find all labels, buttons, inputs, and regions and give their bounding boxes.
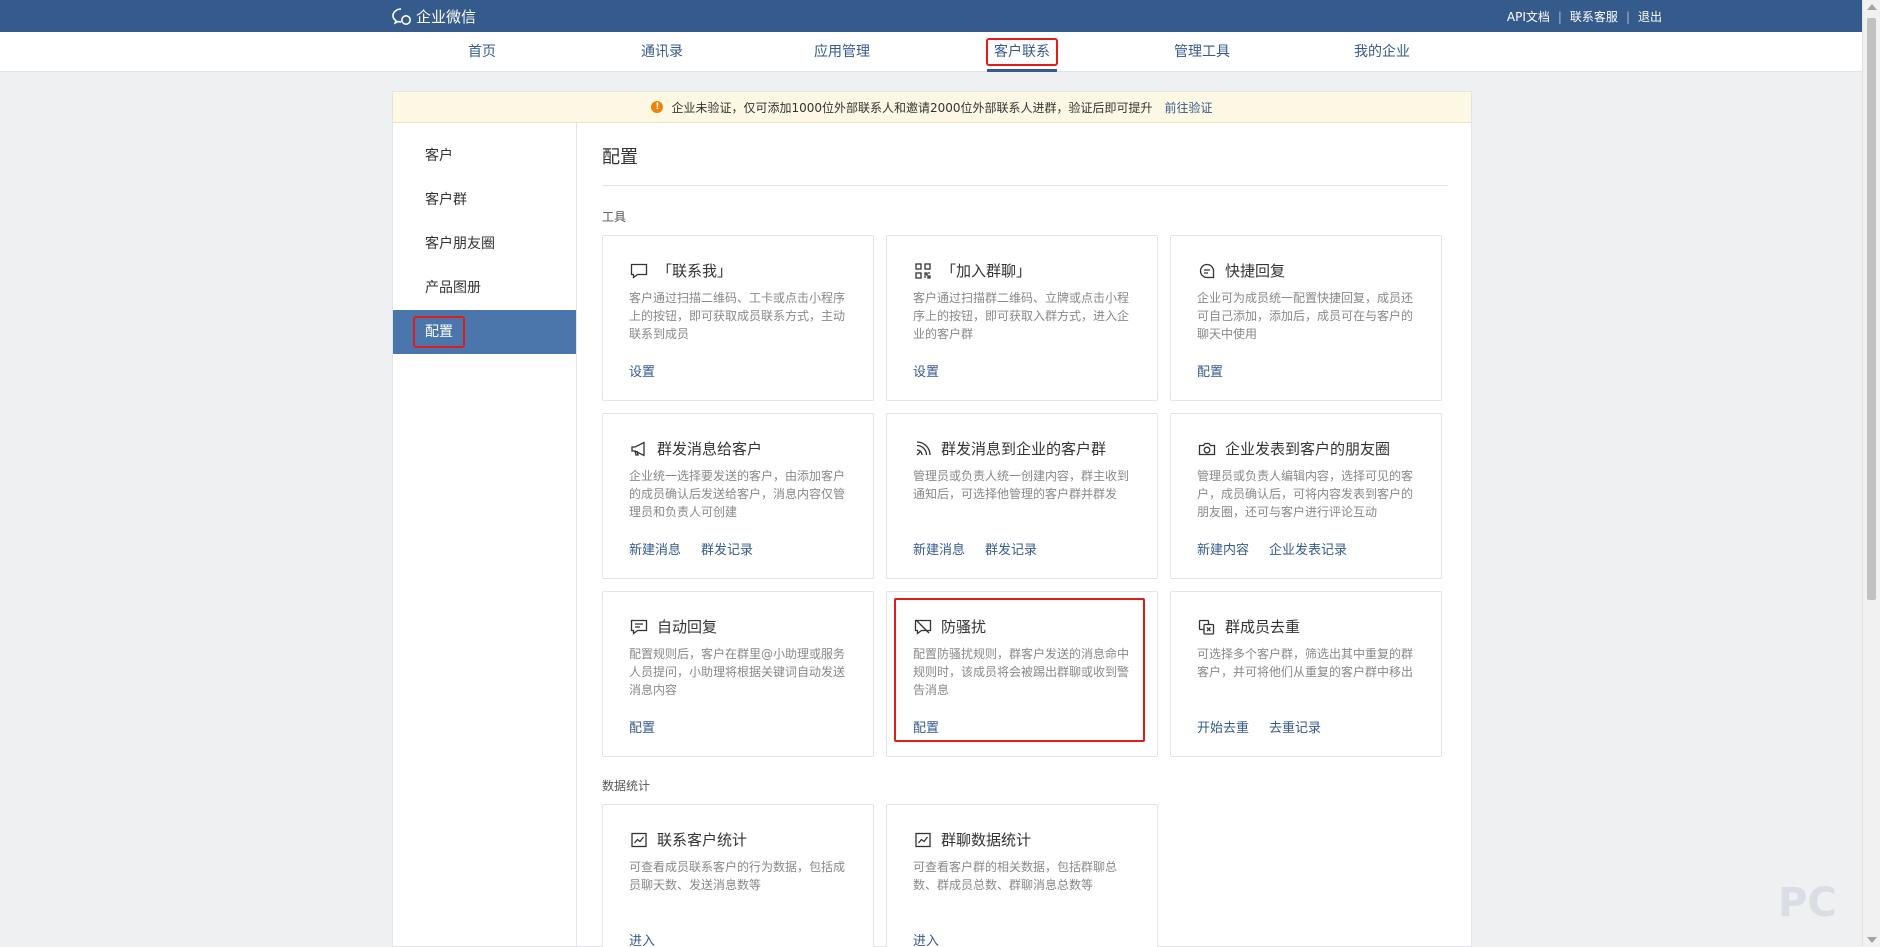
card-title: 快捷回复 (1225, 262, 1286, 280)
card-title: 企业发表到客户的朋友圈 (1225, 440, 1391, 458)
broadcast-icon (913, 440, 933, 458)
enter-link[interactable]: 进入 (629, 930, 655, 947)
start-dedupe-link[interactable]: 开始去重 (1197, 717, 1249, 736)
watermark-logo: PC (1778, 880, 1837, 926)
tab-management-tools[interactable]: 管理工具 (1132, 32, 1272, 72)
mass-record-link[interactable]: 群发记录 (701, 539, 753, 558)
publish-record-link[interactable]: 企业发表记录 (1269, 539, 1347, 558)
content-area: 配置 工具 「联系我」 客户通过扫描二维码、工卡或点击小程序上的按钮，即可获取成… (602, 123, 1448, 947)
enter-link[interactable]: 进入 (913, 930, 939, 947)
qrcode-icon (913, 262, 933, 280)
line-chart-icon (913, 831, 933, 849)
wecom-logo-icon (392, 7, 411, 25)
stat-card-customer-contact: 联系客户统计 可查看成员联系客户的行为数据，包括成员聊天数、发送消息数等 进入 (602, 804, 874, 947)
card-desc: 管理员或负责人编辑内容，选择可见的客户，成员确认后，可将内容发表到客户的朋友圈，… (1197, 469, 1414, 519)
configure-link[interactable]: 配置 (629, 717, 655, 736)
card-title: 「加入群聊」 (941, 262, 1032, 280)
new-content-link[interactable]: 新建内容 (1197, 539, 1249, 558)
section-title-stats: 数据统计 (602, 779, 651, 793)
top-bar: 企业微信 API文档 | 联系客服 | 退出 (0, 0, 1862, 32)
camera-icon (1197, 440, 1217, 458)
main-panel: ! 企业未验证，仅可添加1000位外部联系人和邀请2000位外部联系人进群，验证… (392, 91, 1472, 947)
card-desc: 可查看客户群的相关数据，包括群聊总数、群成员总数、群聊消息总数等 (913, 860, 1118, 892)
card-desc: 配置防骚扰规则，群客户发送的消息命中规则时，该成员将会被踢出群聊或收到警告消息 (913, 647, 1130, 697)
api-docs-link[interactable]: API文档 (1507, 8, 1550, 25)
card-desc: 企业统一选择要发送的客户，由添加客户的成员确认后发送给客户，消息内容仅管理员和负… (629, 469, 846, 519)
card-title: 自动回复 (657, 618, 718, 636)
main-nav: 首页 通讯录 应用管理 客户联系 管理工具 我的企业 (0, 32, 1862, 72)
verify-link[interactable]: 前往验证 (1165, 99, 1213, 116)
dedupe-record-link[interactable]: 去重记录 (1269, 717, 1321, 736)
configure-link[interactable]: 配置 (913, 717, 939, 736)
divider: | (1557, 9, 1562, 24)
tab-customer-contact[interactable]: 客户联系 (952, 32, 1092, 72)
page-title: 配置 (602, 143, 1448, 186)
settings-link[interactable]: 设置 (913, 361, 939, 380)
tool-card-dedupe-members: 群成员去重 可选择多个客户群，筛选出其中重复的群客户，并可将他们从重复的客户群中… (1170, 591, 1442, 757)
new-message-link[interactable]: 新建消息 (913, 539, 965, 558)
chat-bubble-icon (629, 262, 649, 280)
tool-card-mass-message-groups: 群发消息到企业的客户群 管理员或负责人统一创建内容，群主收到通知后，可选择他管理… (886, 413, 1158, 579)
notice-text: 企业未验证，仅可添加1000位外部联系人和邀请2000位外部联系人进群，验证后即… (671, 100, 1153, 115)
card-title: 联系客户统计 (657, 831, 748, 849)
card-title: 群发消息到企业的客户群 (941, 440, 1107, 458)
card-desc: 配置规则后，客户在群里@小助理或服务人员提问，小助理将根据关键词自动发送消息内容 (629, 647, 846, 697)
sidebar-item-customers[interactable]: 客户 (393, 134, 576, 178)
page-scrollbar[interactable] (1862, 0, 1880, 947)
scroll-up-icon[interactable] (1867, 4, 1877, 10)
tool-card-enterprise-moments: 企业发表到客户的朋友圈 管理员或负责人编辑内容，选择可见的客户，成员确认后，可将… (1170, 413, 1442, 579)
anti-harass-icon (913, 618, 933, 636)
svg-text:PC: PC (1778, 880, 1837, 926)
stats-grid: 联系客户统计 可查看成员联系客户的行为数据，包括成员聊天数、发送消息数等 进入 … (602, 804, 1448, 947)
tool-card-join-group: 「加入群聊」 客户通过扫描群二维码、立牌或点击小程序上的按钮，即可获取入群方式，… (886, 235, 1158, 401)
warning-icon: ! (651, 101, 664, 113)
tool-card-auto-reply: 自动回复 配置规则后，客户在群里@小助理或服务人员提问，小助理将根据关键词自动发… (602, 591, 874, 757)
sidebar-item-moments[interactable]: 客户朋友圈 (393, 222, 576, 266)
card-desc: 企业可为成员统一配置快捷回复，成员还可自己添加，添加后，成员可在与客户的聊天中使… (1197, 291, 1414, 341)
dedupe-icon (1197, 618, 1217, 636)
megaphone-icon (629, 440, 649, 458)
card-title: 「联系我」 (657, 262, 733, 280)
sidebar-item-customer-groups[interactable]: 客户群 (393, 178, 576, 222)
verification-notice: ! 企业未验证，仅可添加1000位外部联系人和邀请2000位外部联系人进群，验证… (393, 92, 1471, 123)
card-desc: 客户通过扫描二维码、工卡或点击小程序上的按钮，即可获取成员联系方式，主动联系到成… (629, 291, 846, 341)
top-links: API文档 | 联系客服 | 退出 (1507, 8, 1662, 25)
card-desc: 可选择多个客户群，筛选出其中重复的群客户，并可将他们从重复的客户群中移出 (1197, 647, 1414, 679)
tool-card-contact-me: 「联系我」 客户通过扫描二维码、工卡或点击小程序上的按钮，即可获取成员联系方式，… (602, 235, 874, 401)
scroll-down-icon[interactable] (1867, 937, 1877, 943)
tool-card-quick-reply: 快捷回复 企业可为成员统一配置快捷回复，成员还可自己添加，添加后，成员可在与客户… (1170, 235, 1442, 401)
section-title-tools: 工具 (602, 210, 627, 224)
logo[interactable]: 企业微信 (392, 6, 476, 27)
tab-my-enterprise[interactable]: 我的企业 (1312, 32, 1452, 72)
sidebar: 客户 客户群 客户朋友圈 产品图册 配置 (393, 123, 577, 947)
tab-contacts[interactable]: 通讯录 (592, 32, 732, 72)
new-message-link[interactable]: 新建消息 (629, 539, 681, 558)
sidebar-item-product-album[interactable]: 产品图册 (393, 266, 576, 310)
card-desc: 可查看成员联系客户的行为数据，包括成员聊天数、发送消息数等 (629, 860, 846, 892)
card-desc: 客户通过扫描群二维码、立牌或点击小程序上的按钮，即可获取入群方式，进入企业的客户… (913, 291, 1130, 341)
card-title: 群成员去重 (1225, 618, 1301, 636)
line-chart-icon (629, 831, 649, 849)
card-title: 防骚扰 (941, 618, 987, 636)
divider: | (1625, 9, 1630, 24)
tab-home[interactable]: 首页 (412, 32, 552, 72)
tools-grid: 「联系我」 客户通过扫描二维码、工卡或点击小程序上的按钮，即可获取成员联系方式，… (602, 235, 1448, 757)
tool-card-mass-message-customers: 群发消息给客户 企业统一选择要发送的客户，由添加客户的成员确认后发送给客户，消息… (602, 413, 874, 579)
card-title: 群发消息给客户 (657, 440, 763, 458)
mass-record-link[interactable]: 群发记录 (985, 539, 1037, 558)
card-desc: 管理员或负责人统一创建内容，群主收到通知后，可选择他管理的客户群并群发 (913, 469, 1130, 501)
tool-card-anti-harassment: 防骚扰 配置防骚扰规则，群客户发送的消息命中规则时，该成员将会被踢出群聊或收到警… (886, 591, 1158, 757)
auto-reply-icon (629, 618, 649, 636)
tab-app-management[interactable]: 应用管理 (772, 32, 912, 72)
configure-link[interactable]: 配置 (1197, 361, 1223, 380)
stat-card-group-chat: 群聊数据统计 可查看客户群的相关数据，包括群聊总数、群成员总数、群聊消息总数等 … (886, 804, 1158, 947)
logo-text: 企业微信 (416, 8, 477, 26)
quick-reply-icon (1197, 262, 1217, 280)
settings-link[interactable]: 设置 (629, 361, 655, 380)
scroll-thumb[interactable] (1867, 18, 1876, 600)
contact-support-link[interactable]: 联系客服 (1570, 8, 1618, 25)
card-title: 群聊数据统计 (941, 831, 1032, 849)
logout-link[interactable]: 退出 (1638, 8, 1662, 25)
sidebar-item-config[interactable]: 配置 (393, 310, 576, 354)
